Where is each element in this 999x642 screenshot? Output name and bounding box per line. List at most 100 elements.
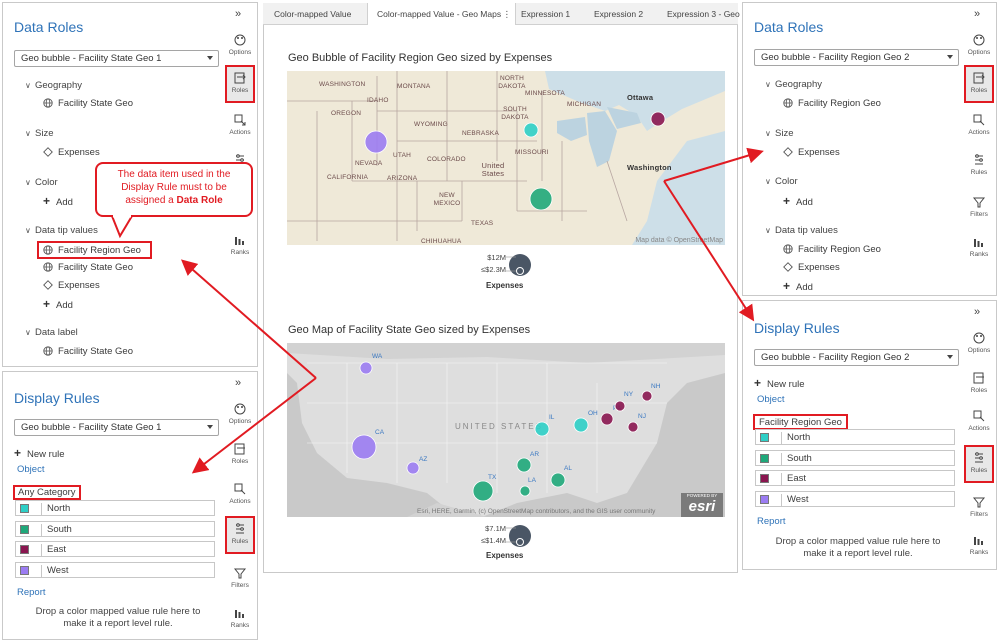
map-bubble[interactable] — [534, 421, 550, 437]
rule-value[interactable]: West — [781, 493, 954, 506]
tab-expression-3[interactable]: Expression 3 - Geo M — [667, 3, 749, 25]
role-item[interactable]: Expenses — [783, 262, 840, 273]
rule-value[interactable]: North — [781, 432, 954, 444]
report-link[interactable]: Report — [757, 516, 786, 527]
rail-rules[interactable]: Rules — [964, 445, 994, 483]
rail-roles[interactable]: Roles — [964, 65, 994, 103]
rule-value[interactable]: North — [41, 503, 214, 515]
color-swatch[interactable] — [20, 565, 29, 575]
new-rule-button[interactable]: + New rule — [14, 446, 65, 460]
section-geography[interactable]: ∨ Geography — [765, 79, 822, 90]
map-bubble[interactable] — [364, 130, 388, 154]
role-item[interactable]: Facility Region Geo — [783, 98, 881, 109]
rail-filters[interactable]: Filters — [964, 191, 994, 229]
section-geography[interactable]: ∨ Geography — [25, 80, 82, 91]
rule-value[interactable]: East — [41, 544, 214, 556]
map-bubble[interactable] — [359, 361, 373, 375]
map-bubble[interactable] — [351, 434, 377, 460]
map-bubble[interactable] — [573, 417, 589, 433]
rail-roles[interactable]: Roles — [225, 65, 255, 103]
add-color-button[interactable]: + Add — [43, 194, 73, 208]
rule-value[interactable]: West — [41, 564, 214, 577]
color-swatch[interactable] — [760, 474, 769, 483]
color-swatch[interactable] — [20, 545, 29, 554]
object-select[interactable]: Geo bubble - Facility Region Geo 2 — [754, 49, 959, 66]
add-data-tip-button[interactable]: + Add — [43, 297, 73, 311]
color-swatch[interactable] — [20, 504, 29, 513]
rail-rules[interactable]: Rules — [225, 516, 255, 554]
rail-ranks[interactable]: Ranks — [964, 529, 994, 567]
display-rule-south[interactable]: South — [755, 449, 955, 466]
geo-map-2[interactable]: WACAAZTXLAARALILOHPANYNJNHUNITED STATES … — [287, 343, 725, 517]
rule-value[interactable]: South — [781, 452, 954, 465]
rail-options[interactable]: Options — [964, 29, 994, 67]
rule-value[interactable]: East — [781, 473, 954, 485]
map-bubble[interactable] — [406, 461, 420, 475]
map-bubble[interactable] — [641, 390, 653, 402]
map-bubble[interactable] — [523, 122, 539, 138]
object-select[interactable]: Geo bubble - Facility State Geo 1 — [14, 419, 219, 436]
tab-expression-1[interactable]: Expression 1 — [521, 3, 570, 25]
rail-rules[interactable]: Rules — [964, 149, 994, 187]
role-item[interactable]: Expenses — [43, 147, 100, 158]
collapse-chevron-icon[interactable]: » — [235, 8, 241, 20]
role-item[interactable]: Facility State Geo — [43, 262, 133, 273]
rail-ranks[interactable]: Ranks — [225, 602, 255, 639]
map-bubble[interactable] — [614, 400, 626, 412]
rail-options[interactable]: Options — [964, 327, 994, 365]
geo-bubble-map-1[interactable]: WASHINGTON MONTANA NORTH DAKOTA MINNESOTA ID… — [287, 71, 725, 245]
rail-options[interactable]: Options — [225, 29, 255, 67]
section-size[interactable]: ∨ Size — [25, 128, 53, 139]
rail-actions[interactable]: Actions — [225, 478, 255, 516]
color-swatch[interactable] — [760, 494, 769, 504]
rail-roles[interactable]: Roles — [225, 438, 255, 476]
add-data-tip-button[interactable]: + Add — [783, 279, 813, 293]
display-rule-west[interactable]: West — [15, 561, 215, 578]
section-data-label[interactable]: ∨ Data label — [25, 327, 78, 338]
display-rule-west[interactable]: West — [755, 490, 955, 507]
add-color-button[interactable]: + Add — [783, 194, 813, 208]
section-data-tip[interactable]: ∨ Data tip values — [765, 225, 838, 236]
role-item[interactable]: Expenses — [783, 147, 840, 158]
map-bubble[interactable] — [529, 187, 553, 211]
section-data-tip[interactable]: ∨ Data tip values — [25, 225, 98, 236]
role-item[interactable]: Facility Region Geo — [783, 244, 881, 255]
rail-ranks[interactable]: Ranks — [964, 231, 994, 269]
rail-filters[interactable]: Filters — [964, 491, 994, 529]
display-rule-east[interactable]: East — [755, 470, 955, 486]
rail-actions[interactable]: Actions — [225, 109, 255, 147]
tab-geo-maps[interactable]: Color-mapped Value - Geo Maps ⋮ — [367, 3, 516, 25]
rule-value[interactable]: South — [41, 523, 214, 536]
role-item[interactable]: Facility State Geo — [43, 346, 133, 357]
collapse-chevron-icon[interactable]: » — [235, 377, 241, 389]
map-bubble[interactable] — [516, 457, 532, 473]
display-rule-north[interactable]: North — [15, 500, 215, 516]
map-bubble[interactable] — [627, 421, 639, 433]
rail-roles[interactable]: Roles — [964, 367, 994, 405]
color-swatch[interactable] — [20, 524, 29, 534]
rail-ranks[interactable]: Ranks — [225, 229, 255, 267]
object-link[interactable]: Object — [17, 464, 44, 475]
object-select[interactable]: Geo bubble - Facility Region Geo 2 — [754, 349, 959, 366]
new-rule-button[interactable]: + New rule — [754, 376, 805, 390]
color-swatch[interactable] — [760, 433, 769, 442]
role-item-facility-region-geo[interactable]: Facility Region Geo — [37, 241, 152, 259]
rail-filters[interactable]: Filters — [225, 562, 255, 600]
rail-actions[interactable]: Actions — [964, 405, 994, 443]
rail-actions[interactable]: Actions — [964, 109, 994, 147]
section-color[interactable]: ∨ Color — [765, 176, 798, 187]
display-rule-east[interactable]: East — [15, 541, 215, 557]
map-bubble[interactable] — [600, 412, 614, 426]
tab-color-mapped-value[interactable]: Color-mapped Value — [274, 3, 351, 25]
display-rule-north[interactable]: North — [755, 429, 955, 445]
collapse-chevron-icon[interactable]: » — [974, 306, 980, 318]
object-link[interactable]: Object — [757, 394, 784, 405]
collapse-chevron-icon[interactable]: » — [974, 8, 980, 20]
map-bubble[interactable] — [550, 472, 566, 488]
map-bubble[interactable] — [519, 485, 531, 497]
role-item[interactable]: Expenses — [43, 280, 100, 291]
section-color[interactable]: ∨ Color — [25, 177, 58, 188]
display-rule-south[interactable]: South — [15, 520, 215, 537]
object-select[interactable]: Geo bubble - Facility State Geo 1 — [14, 50, 219, 67]
role-item[interactable]: Facility State Geo — [43, 98, 133, 109]
